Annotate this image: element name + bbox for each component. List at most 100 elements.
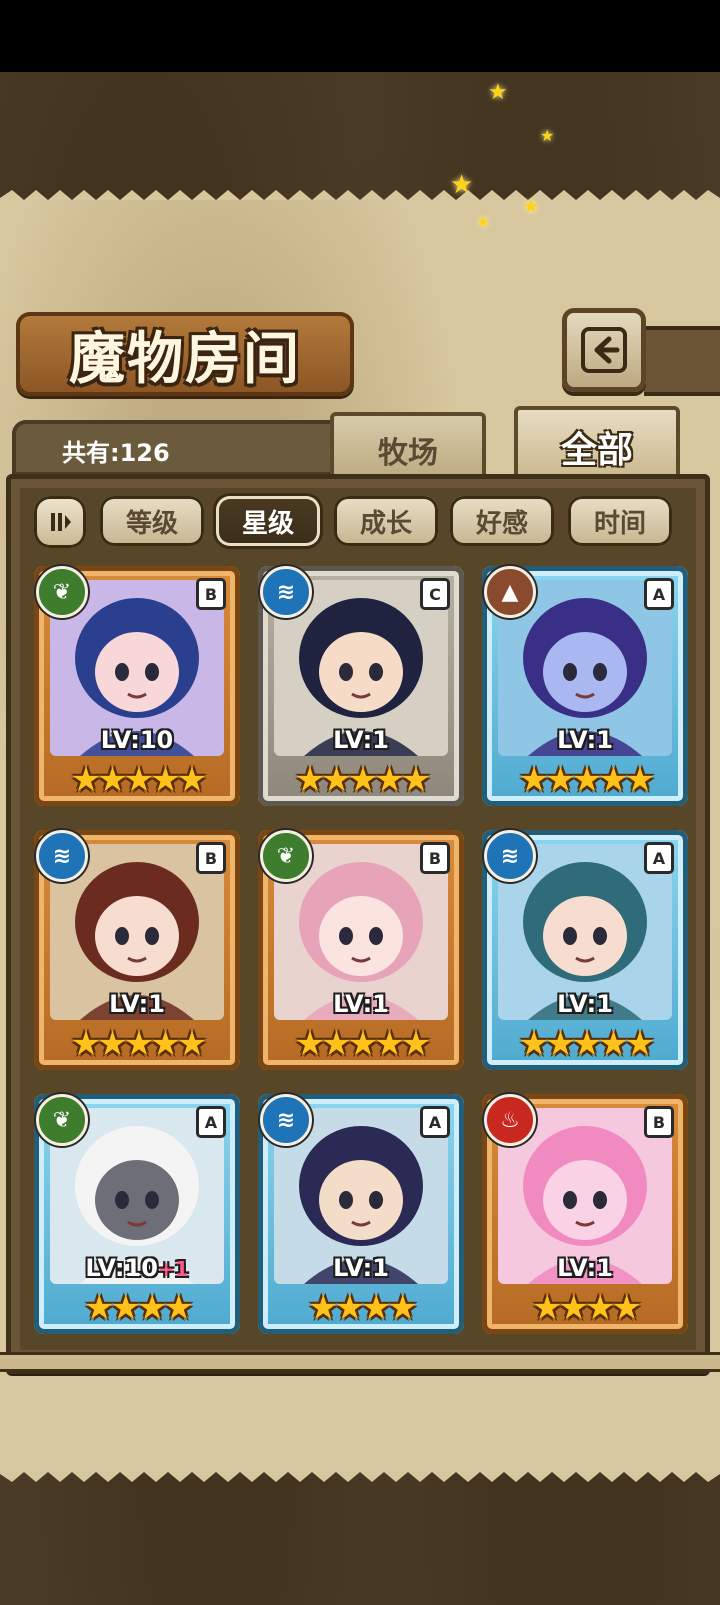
star-icon: ★ (321, 760, 352, 800)
star-icon: ★ (294, 1024, 326, 1064)
star-icon: ★ (400, 1024, 432, 1064)
monster-card[interactable]: B ❦ LV:1 ★★★★★ (258, 830, 464, 1070)
star-icon: ★ (598, 1024, 629, 1064)
star-icon: ★ (347, 1024, 379, 1064)
level-text: LV:1 (109, 990, 165, 1018)
star-icon: ★ (571, 1024, 603, 1064)
star-icon: ★ (571, 760, 603, 800)
level-text: LV:10 (85, 1254, 158, 1282)
star-icon: ★ (624, 1024, 656, 1064)
star-icon: ★ (123, 760, 155, 800)
monster-card[interactable]: B ♨ LV:1 ★★★★ (482, 1094, 688, 1334)
monster-card[interactable]: A ≋ LV:1 ★★★★★ (482, 830, 688, 1070)
star-icon: ★ (150, 760, 181, 800)
sort-by-affection-button[interactable]: 好感 (450, 496, 554, 546)
level-text: LV:1 (557, 990, 613, 1018)
monster-level: LV:1 (258, 1254, 464, 1282)
star-icon: ★ (387, 1288, 418, 1328)
water-element-icon: ≋ (484, 830, 536, 882)
star-icon: ★ (70, 760, 102, 800)
torn-edge-bottom (0, 1460, 720, 1482)
rank-badge: A (644, 842, 674, 874)
rank-badge: B (196, 842, 226, 874)
star-icon: ★ (334, 1288, 366, 1328)
star-rating: ★★★★ (482, 1290, 688, 1326)
star-icon: ★ (137, 1288, 168, 1328)
star-icon: ★ (545, 1024, 576, 1064)
rank-badge: B (420, 842, 450, 874)
star-icon: ★ (611, 1288, 642, 1328)
monster-card[interactable]: B ≋ LV:1 ★★★★★ (34, 830, 240, 1070)
rank-badge: A (420, 1106, 450, 1138)
sort-order-toggle[interactable] (34, 496, 86, 548)
star-rating: ★★★★ (34, 1290, 240, 1326)
star-rating: ★★★★★ (482, 1026, 688, 1062)
level-text: LV:1 (557, 726, 613, 754)
star-icon: ★ (70, 1024, 102, 1064)
level-bonus: +1 (157, 1257, 189, 1281)
star-icon: ★ (150, 1024, 181, 1064)
page-title: 魔物房间 (69, 325, 301, 392)
title-plate: 魔物房间 (16, 312, 354, 396)
level-text: LV:1 (333, 1254, 389, 1282)
star-icon: ★ (347, 760, 379, 800)
star-icon: ★ (308, 1288, 339, 1328)
monster-card[interactable]: A ≋ LV:1 ★★★★ (258, 1094, 464, 1334)
sparkle-star-icon: ★ (540, 126, 555, 145)
monster-card[interactable]: B ❦ LV:10 ★★★★★ (34, 566, 240, 806)
monster-level: LV:1 (34, 990, 240, 1018)
sort-by-growth-button[interactable]: 成长 (334, 496, 438, 546)
star-rating: ★★★★★ (258, 1026, 464, 1062)
monster-level: LV:1 (482, 726, 688, 754)
level-text: LV:1 (557, 1254, 613, 1282)
star-icon: ★ (585, 1288, 616, 1328)
sparkle-star-icon: ★ (488, 80, 508, 105)
tab-all[interactable]: 全部 (514, 406, 680, 484)
star-icon: ★ (110, 1288, 142, 1328)
status-bar (0, 0, 720, 72)
level-text: LV:1 (333, 990, 389, 1018)
back-button[interactable] (562, 308, 646, 392)
monster-card[interactable]: C ≋ LV:1 ★★★★★ (258, 566, 464, 806)
star-icon: ★ (532, 1288, 563, 1328)
monster-level: LV:10 (34, 726, 240, 754)
rank-badge: B (196, 578, 226, 610)
star-icon: ★ (176, 760, 208, 800)
wood-element-icon: ❦ (36, 566, 88, 618)
star-rating: ★★★★★ (258, 762, 464, 798)
water-element-icon: ≋ (260, 1094, 312, 1146)
monster-level: LV:1 (482, 990, 688, 1018)
monster-level: LV:1 (482, 1254, 688, 1282)
star-icon: ★ (361, 1288, 392, 1328)
star-rating: ★★★★★ (34, 762, 240, 798)
star-icon: ★ (598, 760, 629, 800)
star-icon: ★ (97, 760, 128, 800)
rank-badge: A (196, 1106, 226, 1138)
back-button-rail (644, 326, 720, 396)
water-element-icon: ≋ (260, 566, 312, 618)
monster-level: LV:1 (258, 990, 464, 1018)
sort-by-star-button[interactable]: 星级 (216, 496, 320, 546)
star-icon: ★ (624, 760, 656, 800)
panel-bottom-rail (0, 1352, 720, 1372)
star-rating: ★★★★★ (34, 1026, 240, 1062)
star-icon: ★ (545, 760, 576, 800)
sort-by-level-button[interactable]: 等级 (100, 496, 204, 546)
level-text: LV:10 (100, 726, 174, 754)
monster-card[interactable]: A ▲ LV:1 ★★★★★ (482, 566, 688, 806)
monster-card[interactable]: A ❦ LV:10+1 ★★★★ (34, 1094, 240, 1334)
sort-by-time-button[interactable]: 时间 (568, 496, 672, 546)
monster-level: LV:10+1 (34, 1254, 240, 1282)
monster-count: 共有:126 (62, 439, 170, 467)
rank-badge: A (644, 578, 674, 610)
star-icon: ★ (374, 760, 405, 800)
sort-order-icon (51, 513, 71, 531)
star-icon: ★ (84, 1288, 115, 1328)
wood-element-icon: ❦ (260, 830, 312, 882)
fire-element-icon: ♨ (484, 1094, 536, 1146)
earth-element-icon: ▲ (484, 566, 536, 618)
level-text: LV:1 (333, 726, 389, 754)
star-icon: ★ (163, 1288, 194, 1328)
star-icon: ★ (374, 1024, 405, 1064)
water-element-icon: ≋ (36, 830, 88, 882)
